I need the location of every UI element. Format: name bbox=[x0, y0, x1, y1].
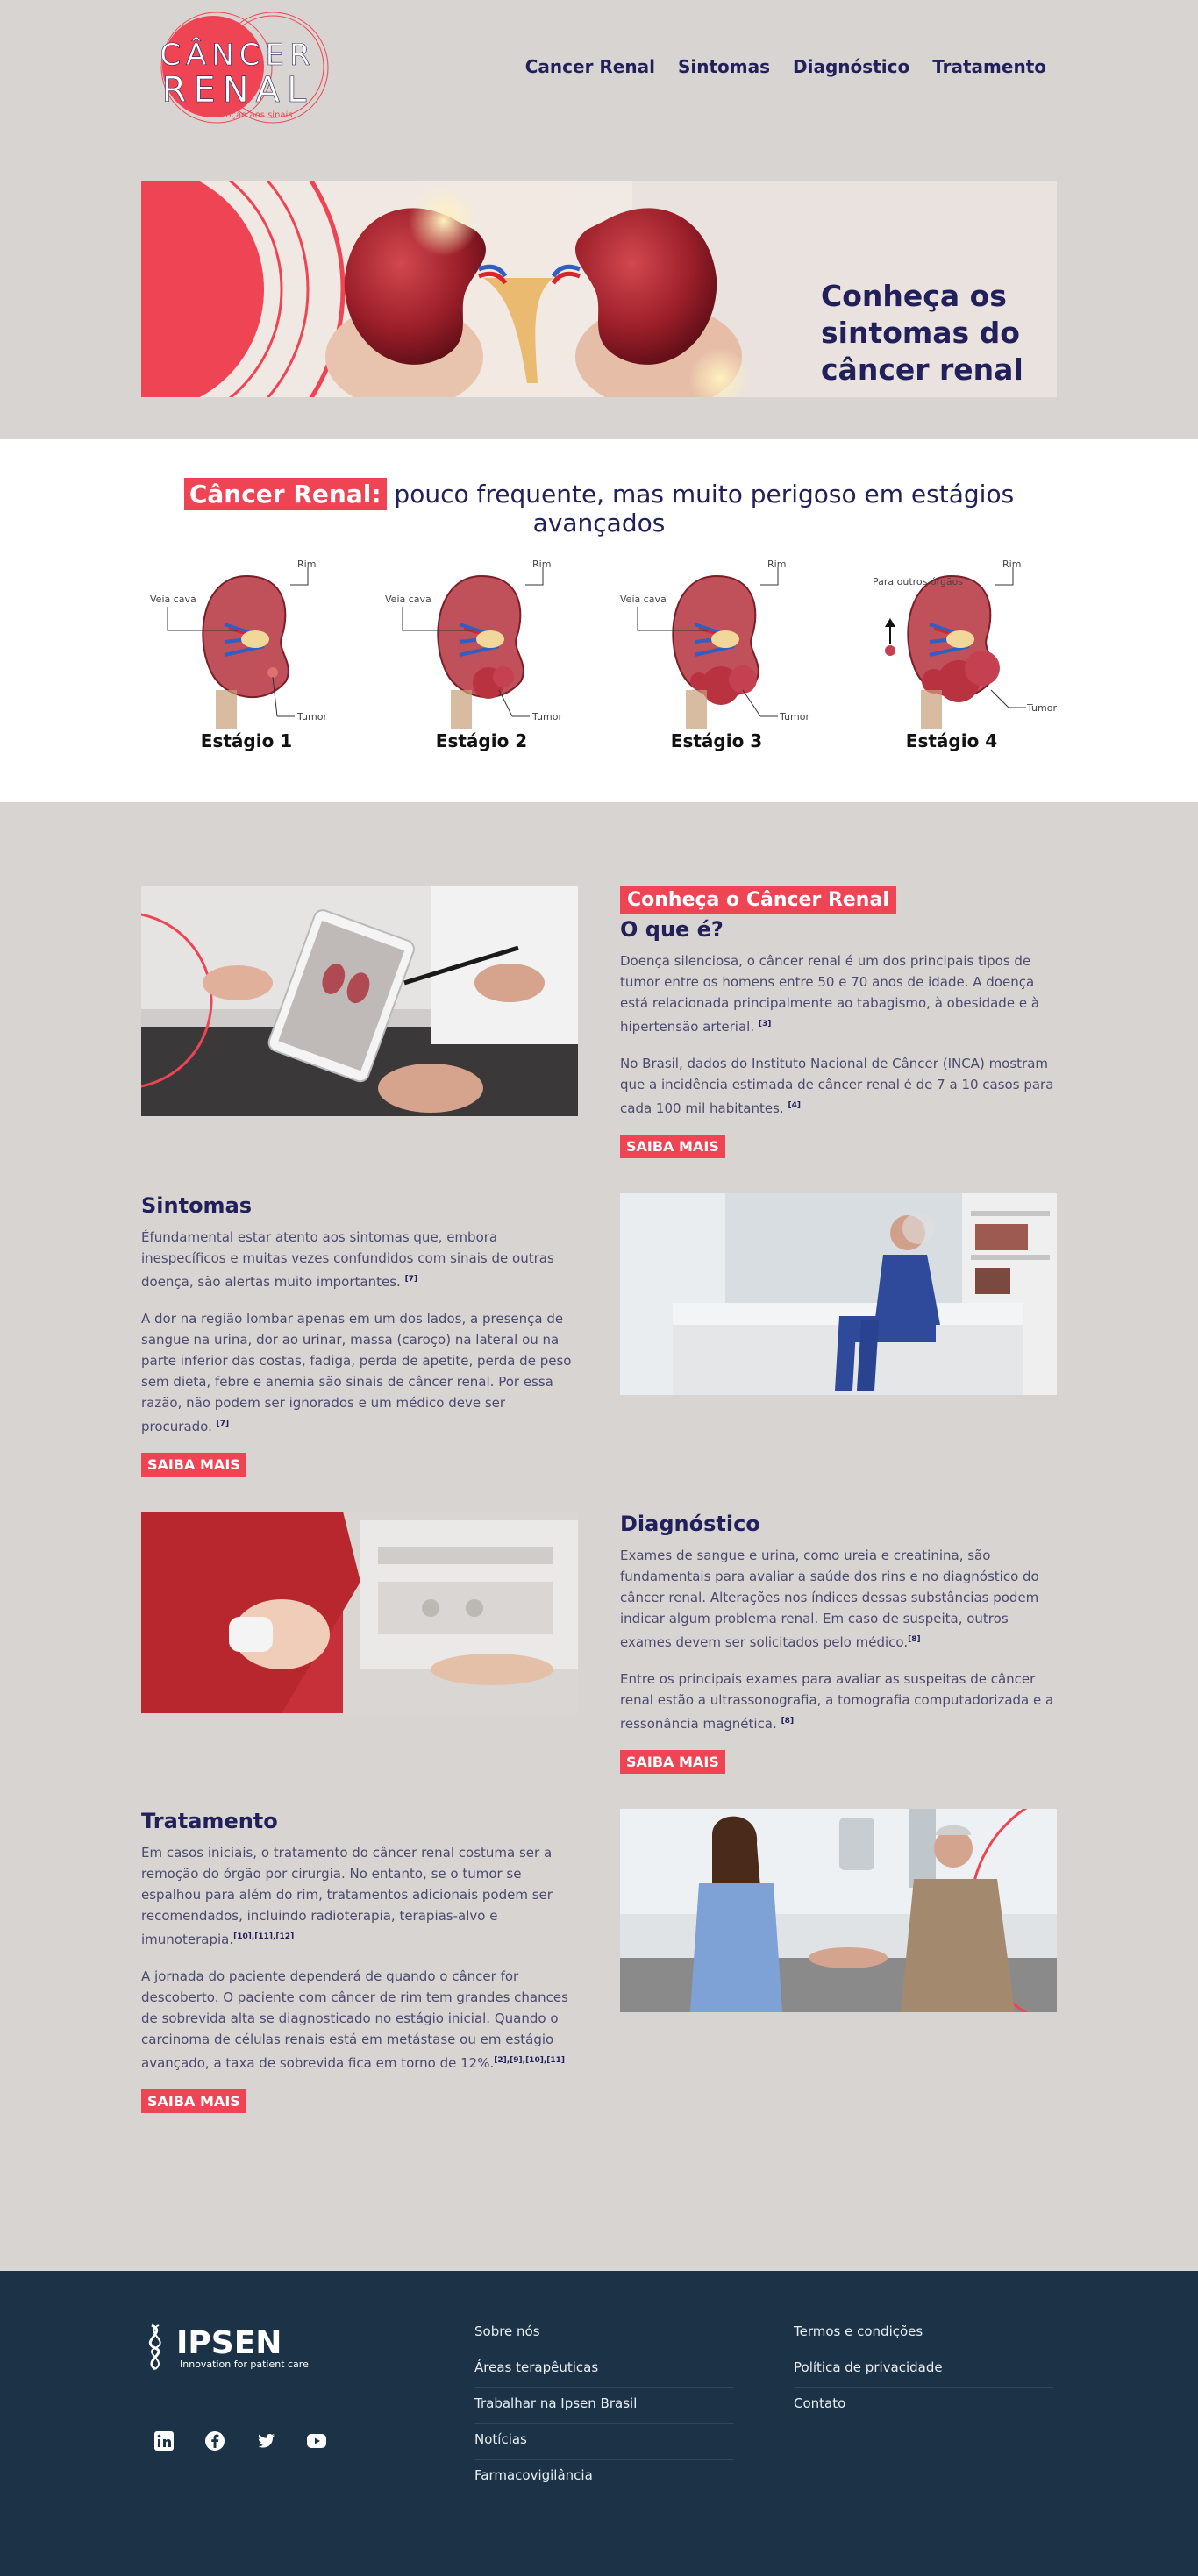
kidney-stage-2-diagram: Veia cava Rim Tumor bbox=[385, 559, 562, 729]
footer-link-trabalhar[interactable]: Trabalhar na Ipsen Brasil bbox=[474, 2388, 734, 2424]
kidney-stage-4-diagram: Para outros órgãos Rim Tumor bbox=[873, 559, 1057, 729]
symptoms-text: Sintomas Éfundamental estar atento aos s… bbox=[141, 1193, 578, 1477]
symptoms-paragraph-2: A dor na região lombar apenas em um dos … bbox=[141, 1311, 572, 1434]
site-footer: IPSEN Innovation for patient care Sobre … bbox=[0, 2271, 1198, 2576]
diagnosis-saiba-mais-button[interactable]: SAIBA MAIS bbox=[620, 1750, 725, 1774]
diagnosis-photo bbox=[141, 1512, 578, 1713]
logo-line1: CÂNCER bbox=[160, 37, 315, 73]
ipsen-logo[interactable]: IPSEN Innovation for patient care bbox=[141, 2316, 343, 2381]
logo-graphic: CÂNCER RENAL Atenção aos sinais bbox=[160, 11, 329, 124]
kidney-stage-3-diagram: Veia cava Rim Tumor bbox=[620, 559, 809, 729]
youtube-icon[interactable] bbox=[306, 2430, 327, 2451]
site-logo[interactable]: CÂNCER RENAL Atenção aos sinais bbox=[141, 11, 366, 125]
footer-link-sobre-nos[interactable]: Sobre nós bbox=[474, 2316, 734, 2352]
hero-title: Conheça os sintomas do câncer renal bbox=[821, 279, 1023, 387]
label-kidney: Rim bbox=[767, 559, 786, 570]
stage-label: Estágio 3 bbox=[670, 730, 763, 751]
kidney-stage-1-diagram: Veia cava Rim Tumor bbox=[150, 559, 327, 729]
nav-sintomas[interactable]: Sintomas bbox=[678, 56, 770, 77]
stage-label: Estágio 2 bbox=[435, 730, 528, 751]
treatment-saiba-mais-button[interactable]: SAIBA MAIS bbox=[141, 2089, 246, 2113]
treatment-title: Tratamento bbox=[141, 1809, 278, 1833]
nurse-patient-image bbox=[620, 1809, 1057, 2012]
label-organs: Para outros órgãos bbox=[873, 576, 963, 587]
stage-2: Veia cava Rim Tumor Estágio 2 bbox=[376, 559, 587, 751]
main-content: Conheça o Câncer Renal O que é? Doença s… bbox=[141, 802, 1057, 2271]
about-title: O que é? bbox=[620, 917, 724, 942]
nav-diagnostico[interactable]: Diagnóstico bbox=[793, 56, 909, 77]
stages-heading: Câncer Renal: pouco frequente, mas muito… bbox=[141, 439, 1057, 537]
treatment-photo bbox=[620, 1809, 1057, 2012]
treatment-text: Tratamento Em casos iniciais, o tratamen… bbox=[141, 1809, 578, 2113]
symptoms-row: Sintomas Éfundamental estar atento aos s… bbox=[141, 1193, 1057, 1477]
about-row: Conheça o Câncer Renal O que é? Doença s… bbox=[141, 886, 1057, 1158]
footer-link-privacidade[interactable]: Política de privacidade bbox=[794, 2352, 1053, 2388]
nav-tratamento[interactable]: Tratamento bbox=[932, 56, 1046, 77]
stages-row: Veia cava Rim Tumor Estágio 1 Veia cava … bbox=[141, 559, 1057, 751]
footer-link-termos[interactable]: Termos e condições bbox=[794, 2316, 1053, 2352]
ipsen-brand: IPSEN bbox=[176, 2325, 282, 2361]
label-vein: Veia cava bbox=[385, 594, 431, 605]
logo-tagline: Atenção aos sinais bbox=[210, 110, 292, 120]
about-photo bbox=[141, 886, 578, 1116]
footer-link-noticias[interactable]: Notícias bbox=[474, 2424, 734, 2460]
tablet-doctor-image bbox=[141, 886, 578, 1116]
about-saiba-mais-button[interactable]: SAIBA MAIS bbox=[620, 1135, 725, 1158]
diagnosis-row: Diagnóstico Exames de sangue e urina, co… bbox=[141, 1512, 1057, 1774]
label-tumor: Tumor bbox=[296, 711, 327, 722]
label-vein: Veia cava bbox=[620, 594, 667, 605]
label-kidney: Rim bbox=[532, 559, 551, 570]
stage-label: Estágio 1 bbox=[200, 730, 293, 751]
man-back-pain-image bbox=[620, 1193, 1057, 1395]
label-vein: Veia cava bbox=[150, 594, 196, 605]
footer-link-areas-terapeuticas[interactable]: Áreas terapêuticas bbox=[474, 2352, 734, 2388]
treatment-paragraph-1: Em casos iniciais, o tratamento do cânce… bbox=[141, 1845, 553, 1947]
stage-1: Veia cava Rim Tumor Estágio 1 bbox=[141, 559, 352, 751]
symptoms-title: Sintomas bbox=[141, 1193, 253, 1218]
diagnosis-text: Diagnóstico Exames de sangue e urina, co… bbox=[620, 1512, 1057, 1774]
footer-links-col1: Sobre nós Áreas terapêuticas Trabalhar n… bbox=[474, 2316, 734, 2496]
treatment-paragraph-2: A jornada do paciente dependerá de quand… bbox=[141, 1968, 568, 2071]
stages-heading-highlight: Câncer Renal: bbox=[183, 478, 387, 510]
label-kidney: Rim bbox=[1002, 559, 1021, 570]
footer-links-col2: Termos e condições Política de privacida… bbox=[794, 2316, 1053, 2424]
label-kidney: Rim bbox=[297, 559, 316, 570]
about-text: Conheça o Câncer Renal O que é? Doença s… bbox=[620, 886, 1057, 1158]
facebook-icon[interactable] bbox=[204, 2430, 225, 2451]
hero-banner: Conheça os sintomas do câncer renal bbox=[141, 181, 1057, 397]
treatment-row: Tratamento Em casos iniciais, o tratamen… bbox=[141, 1809, 1057, 2113]
stage-label: Estágio 4 bbox=[905, 730, 998, 751]
site-header: CÂNCER RENAL Atenção aos sinais Cancer R… bbox=[141, 0, 1057, 140]
about-paragraph-1: Doença silenciosa, o câncer renal é um d… bbox=[620, 953, 1040, 1035]
stage-4: Para outros órgãos Rim Tumor Estágio 4 bbox=[846, 559, 1057, 751]
footer-link-contato[interactable]: Contato bbox=[794, 2388, 1053, 2424]
linkedin-icon[interactable] bbox=[153, 2430, 175, 2451]
stage-3: Veia cava Rim Tumor Estágio 3 bbox=[611, 559, 822, 751]
ultrasound-exam-image bbox=[141, 1512, 578, 1713]
social-links bbox=[153, 2430, 327, 2451]
symptoms-saiba-mais-button[interactable]: SAIBA MAIS bbox=[141, 1453, 246, 1477]
diagnosis-paragraph-2: Entre os principais exames para avaliar … bbox=[620, 1671, 1054, 1732]
stages-section: Câncer Renal: pouco frequente, mas muito… bbox=[0, 439, 1198, 802]
diagnosis-paragraph-1: Exames de sangue e urina, como ureia e c… bbox=[620, 1548, 1039, 1650]
main-nav: Cancer Renal Sintomas Diagnóstico Tratam… bbox=[525, 56, 1046, 77]
ipsen-logo-graphic: IPSEN Innovation for patient care bbox=[148, 2323, 309, 2371]
diagnosis-title: Diagnóstico bbox=[620, 1512, 760, 1536]
symptoms-photo bbox=[620, 1193, 1057, 1395]
ipsen-tagline: Innovation for patient care bbox=[180, 2359, 309, 2370]
about-tag: Conheça o Câncer Renal bbox=[620, 886, 896, 914]
nav-cancer-renal[interactable]: Cancer Renal bbox=[525, 56, 655, 77]
twitter-icon[interactable] bbox=[255, 2430, 276, 2451]
symptoms-paragraph-1: Éfundamental estar atento aos sintomas q… bbox=[141, 1229, 554, 1290]
logo-line2: RENAL bbox=[162, 70, 314, 110]
label-tumor: Tumor bbox=[779, 711, 809, 722]
label-tumor: Tumor bbox=[1026, 702, 1057, 714]
label-tumor: Tumor bbox=[531, 711, 562, 722]
about-paragraph-2: No Brasil, dados do Instituto Nacional d… bbox=[620, 1056, 1054, 1116]
stages-heading-rest: pouco frequente, mas muito perigoso em e… bbox=[386, 480, 1015, 537]
footer-link-farmacovigilancia[interactable]: Farmacovigilância bbox=[474, 2460, 734, 2496]
